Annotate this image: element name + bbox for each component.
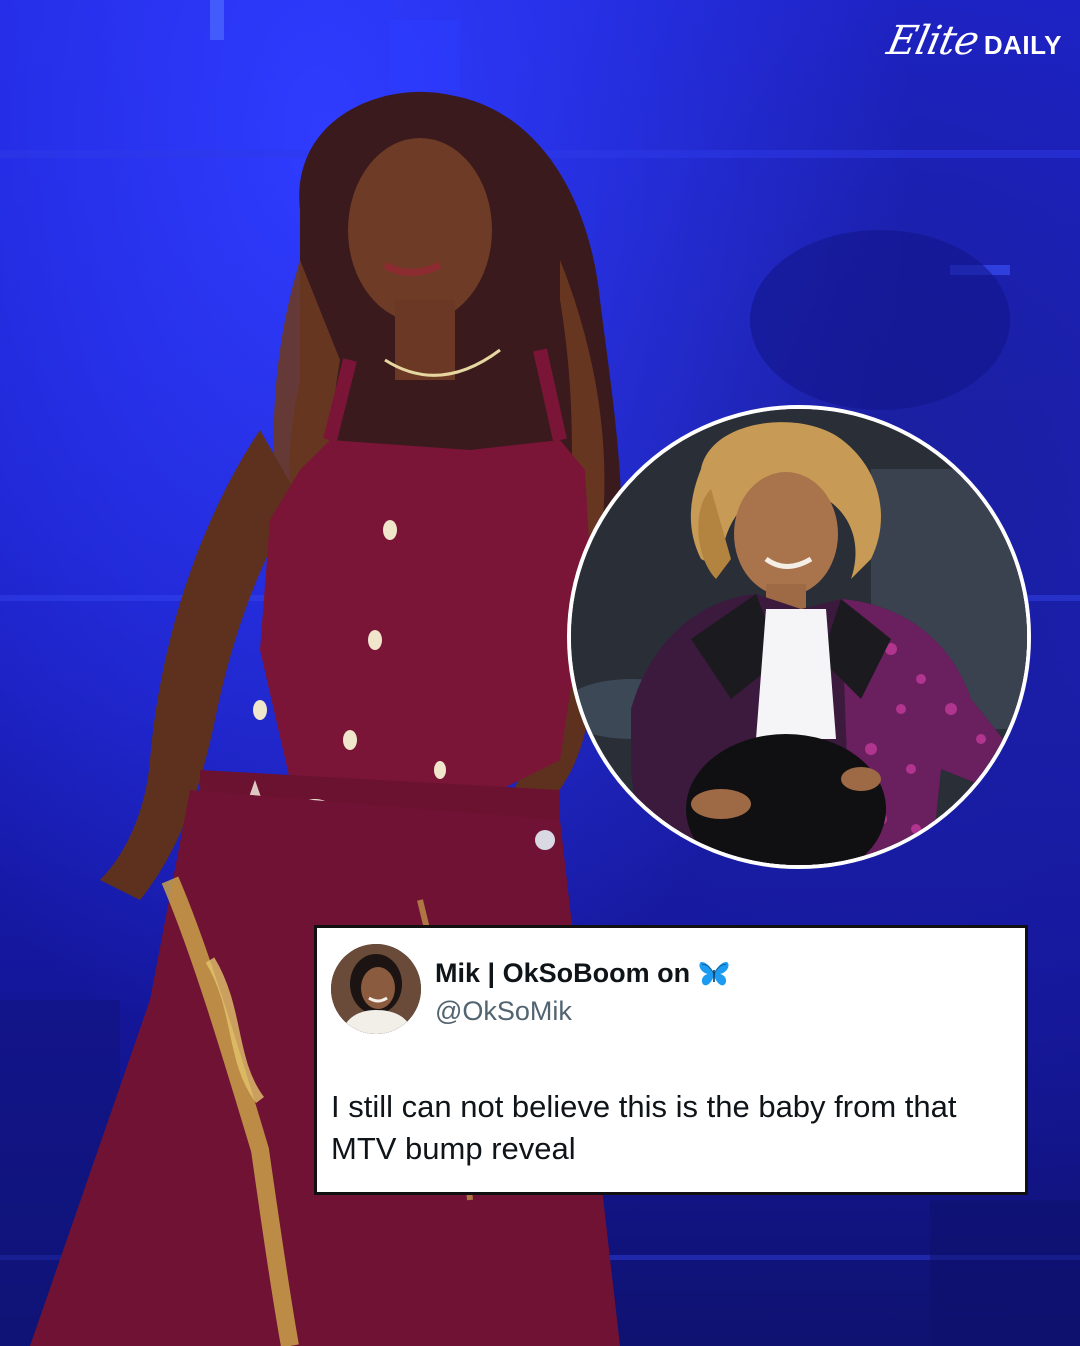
tweet-display-name[interactable]: Mik | OkSoBoom on	[435, 958, 730, 989]
tweet-handle[interactable]: @OkSoMik	[435, 996, 572, 1027]
display-name-text: Mik | OkSoBoom on	[435, 958, 691, 988]
avatar[interactable]	[331, 944, 421, 1034]
avatar-image	[331, 944, 421, 1034]
inset-photo	[567, 405, 1031, 869]
logo-script-text: Elite	[883, 18, 983, 64]
inset-photo-image	[571, 409, 1027, 865]
butterfly-icon	[699, 961, 729, 985]
tweet-text: I still can not believe this is the baby…	[331, 1089, 957, 1166]
elite-daily-logo: Elite DAILY	[883, 18, 1062, 64]
logo-bold-text: DAILY	[983, 30, 1062, 60]
tweet-card[interactable]: Mik | OkSoBoom on @OkSoMik I still can n…	[314, 925, 1028, 1195]
